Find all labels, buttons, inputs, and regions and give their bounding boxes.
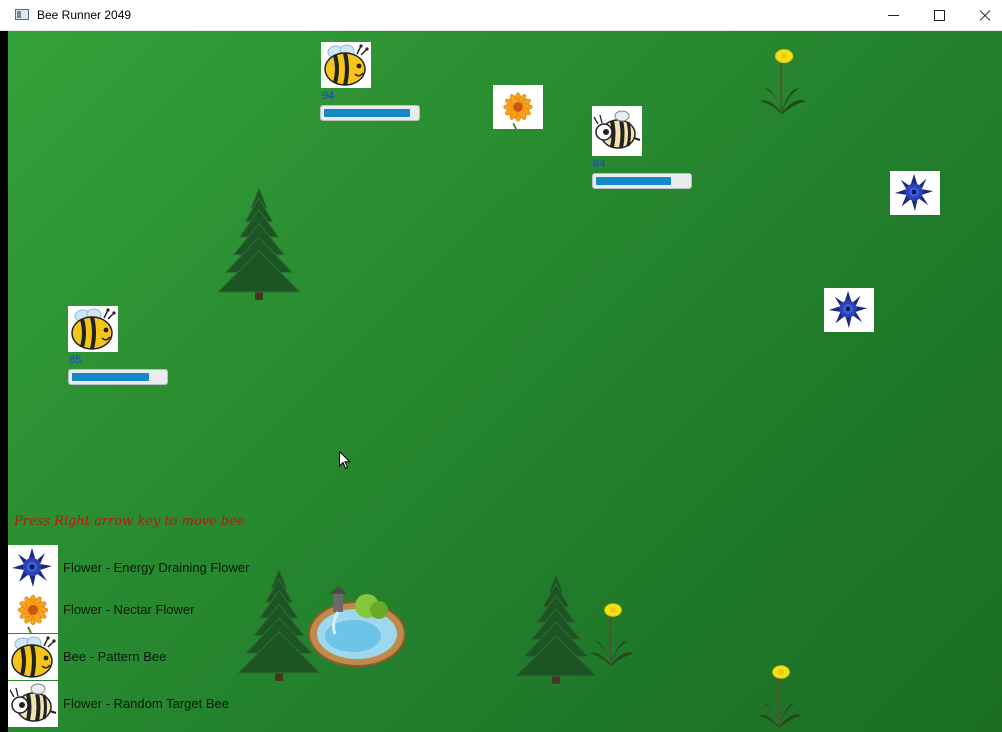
legend-label: Flower - Random Target Bee	[63, 696, 229, 711]
legend-icon-box	[8, 587, 58, 633]
energy-draining-flower-sprite	[824, 288, 874, 332]
legend-label: Flower - Energy Draining Flower	[63, 560, 250, 575]
bee-energy-bar-fill	[72, 373, 149, 381]
pattern-bee-sprite	[68, 306, 118, 352]
energy-draining-flower-icon	[824, 288, 874, 332]
bee-energy-label: 84	[593, 158, 606, 170]
energy-draining-flower-icon	[890, 171, 940, 215]
bee-energy-bar	[592, 173, 692, 189]
nectar-flower-icon	[493, 85, 543, 129]
title-bar: Bee Runner 2049	[0, 0, 1002, 31]
pattern-bee-icon	[68, 306, 118, 352]
instruction-text: Press Right arrow key to move bee	[14, 514, 245, 529]
random-target-bee-sprite	[592, 106, 642, 156]
app-window-icon	[15, 9, 29, 20]
random-target-bee-icon	[592, 106, 642, 156]
pattern-bee-sprite	[321, 42, 371, 88]
window-title: Bee Runner 2049	[37, 8, 132, 22]
bee-energy-label: 85	[69, 354, 82, 366]
pine-tree-icon	[210, 186, 308, 304]
pattern-bee-icon	[321, 42, 371, 88]
bee-energy-bar-fill	[324, 109, 410, 117]
energy-draining-flower-icon	[8, 545, 58, 591]
maximize-button[interactable]	[916, 0, 962, 31]
bee-energy-bar	[320, 105, 420, 121]
minimize-button[interactable]	[870, 0, 916, 31]
legend-icon-box	[8, 634, 58, 680]
dandelion-icon	[754, 663, 806, 731]
legend-label: Bee - Pattern Bee	[63, 649, 167, 664]
legend-icon-box	[8, 545, 58, 591]
bee-energy-label: 94	[322, 90, 335, 102]
mouse-cursor-icon	[339, 451, 351, 470]
bee-energy-bar-fill	[596, 177, 671, 185]
energy-draining-flower-sprite	[890, 171, 940, 215]
pattern-bee-icon	[8, 634, 58, 680]
left-border	[0, 31, 8, 732]
nectar-flower-sprite	[493, 85, 543, 129]
nectar-flower-icon	[8, 587, 58, 633]
legend-icon-box	[8, 681, 58, 727]
pond-fountain-icon	[308, 586, 406, 667]
game-canvas[interactable]: 94 84 85 Press Right arrow key to move b…	[0, 31, 1002, 732]
legend-label: Flower - Nectar Flower	[63, 602, 195, 617]
dandelion-icon	[586, 601, 638, 669]
dandelion-icon	[756, 47, 810, 117]
close-button[interactable]	[962, 0, 1002, 31]
random-target-bee-icon	[8, 681, 58, 727]
bee-energy-bar	[68, 369, 168, 385]
